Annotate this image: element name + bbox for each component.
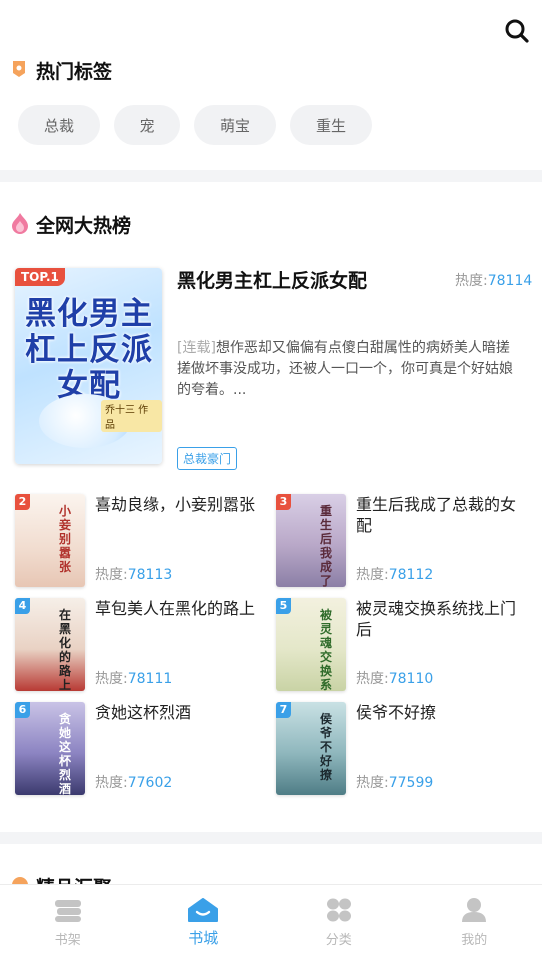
rank-badge: 4 <box>15 598 30 614</box>
heat-value: 78112 <box>389 567 434 583</box>
list-item[interactable]: 4 在黑化的路上 草包美人在黑化的路上 热度:78111 <box>15 598 267 693</box>
heat-value: 78113 <box>128 567 173 583</box>
book-cover: 4 在黑化的路上 <box>15 598 85 691</box>
cover-title-art: 小妾别嚣张 <box>59 504 79 574</box>
heat-label: 热度: <box>95 671 128 687</box>
book-title: 重生后我成了总裁的女配 <box>356 494 526 536</box>
list-item[interactable]: 3 重生后我成了总裁的女配 重生后我成了总裁的女配 热度:78112 <box>276 494 528 589</box>
tab-label: 我的 <box>407 929 542 948</box>
heat-label: 热度: <box>95 775 128 791</box>
tab-bookstore[interactable]: 书城 <box>136 885 272 953</box>
top1-book-title[interactable]: 黑化男主杠上反派女配 <box>177 266 447 293</box>
ranking-title: 全网大热榜 <box>36 211 131 238</box>
top1-book-cover[interactable]: TOP.1 黑化男主杠上反派女配 乔十三 作品 <box>15 268 162 464</box>
section-divider <box>0 832 542 844</box>
top1-heat: 热度:78114 <box>455 270 532 290</box>
cover-title-art: 在黑化的路上 <box>59 608 79 691</box>
bookstore-home-icon <box>187 897 219 923</box>
heat-value: 78110 <box>389 671 434 687</box>
list-item[interactable]: 2 小妾别嚣张 喜劫良缘，小妾别嚣张 热度:78113 <box>15 494 267 589</box>
tab-label: 书架 <box>0 929 136 948</box>
cover-title-art: 被灵魂交换系统找上门后 <box>320 608 340 691</box>
tag-button[interactable]: 萌宝 <box>194 105 276 145</box>
heat-label: 热度: <box>95 567 128 583</box>
cover-title-art: 贪她这杯烈酒 <box>59 712 79 795</box>
heat-label: 热度: <box>356 671 389 687</box>
book-cover: 2 小妾别嚣张 <box>15 494 85 587</box>
tag-button[interactable]: 重生 <box>290 105 372 145</box>
list-item[interactable]: 6 贪她这杯烈酒 贪她这杯烈酒 热度:77602 <box>15 702 267 797</box>
book-heat: 热度:78112 <box>356 564 433 584</box>
heat-value: 77602 <box>128 775 173 791</box>
rank-badge: 5 <box>276 598 291 614</box>
book-cover: 6 贪她这杯烈酒 <box>15 702 85 795</box>
tab-bookshelf[interactable]: 书架 <box>0 885 136 953</box>
rank-badge: 3 <box>276 494 291 510</box>
heat-label: 热度: <box>455 273 488 289</box>
book-heat: 热度:78111 <box>95 668 172 688</box>
hot-tags-icon <box>11 59 27 83</box>
book-heat: 热度:77602 <box>95 772 172 792</box>
book-title: 被灵魂交换系统找上门后 <box>356 598 526 640</box>
book-title: 喜劫良缘，小妾别嚣张 <box>95 494 265 515</box>
category-tag[interactable]: 总裁豪门 <box>177 447 237 470</box>
rank-badge: 2 <box>15 494 30 510</box>
bookshelf-icon <box>53 897 83 923</box>
tab-label: 分类 <box>271 929 407 948</box>
top1-badge: TOP.1 <box>15 268 65 286</box>
rank-badge: 7 <box>276 702 291 718</box>
profile-icon <box>460 897 488 923</box>
book-cover: 3 重生后我成了总裁的女配 <box>276 494 346 587</box>
book-cover: 7 侯爷不好撩 <box>276 702 346 795</box>
list-item[interactable]: 5 被灵魂交换系统找上门后 被灵魂交换系统找上门后 热度:78110 <box>276 598 528 693</box>
flame-icon <box>11 212 29 238</box>
book-title: 贪她这杯烈酒 <box>95 702 265 723</box>
book-heat: 热度:78110 <box>356 668 433 688</box>
heat-value: 77599 <box>389 775 434 791</box>
heat-label: 热度: <box>356 567 389 583</box>
section-divider <box>0 170 542 182</box>
cover-title-art: 黑化男主杠上反派女配 <box>25 296 153 404</box>
tag-button[interactable]: 宠 <box>114 105 180 145</box>
tag-button[interactable]: 总裁 <box>18 105 100 145</box>
book-cover: 5 被灵魂交换系统找上门后 <box>276 598 346 691</box>
serial-status: [连载] <box>177 340 216 356</box>
cover-title-art: 侯爷不好撩 <box>320 712 340 782</box>
list-item[interactable]: 7 侯爷不好撩 侯爷不好撩 热度:77599 <box>276 702 528 797</box>
book-title: 侯爷不好撩 <box>356 702 526 723</box>
book-heat: 热度:78113 <box>95 564 172 584</box>
heat-value: 78111 <box>128 671 173 687</box>
category-grid-icon <box>325 897 353 923</box>
rank-badge: 6 <box>15 702 30 718</box>
heat-label: 热度: <box>356 775 389 791</box>
search-icon[interactable] <box>504 18 530 44</box>
book-heat: 热度:77599 <box>356 772 433 792</box>
heat-value: 78114 <box>488 273 533 289</box>
top1-description: [连载]想作恶却又偏偏有点傻白甜属性的病娇美人暗搓搓做坏事没成功，还被人一口一个… <box>177 338 522 401</box>
tab-label: 书城 <box>136 927 272 948</box>
description-text: 想作恶却又偏偏有点傻白甜属性的病娇美人暗搓搓做坏事没成功，还被人一口一个，你可真… <box>177 340 513 398</box>
bottom-tab-bar: 书架 书城 分类 我的 <box>0 884 542 953</box>
tab-profile[interactable]: 我的 <box>407 885 542 953</box>
book-title: 草包美人在黑化的路上 <box>95 598 265 619</box>
cover-title-art: 重生后我成了总裁的女配 <box>320 504 340 587</box>
tab-category[interactable]: 分类 <box>271 885 407 953</box>
hot-tags-title: 热门标签 <box>36 57 112 84</box>
cover-author: 乔十三 作品 <box>101 400 162 432</box>
